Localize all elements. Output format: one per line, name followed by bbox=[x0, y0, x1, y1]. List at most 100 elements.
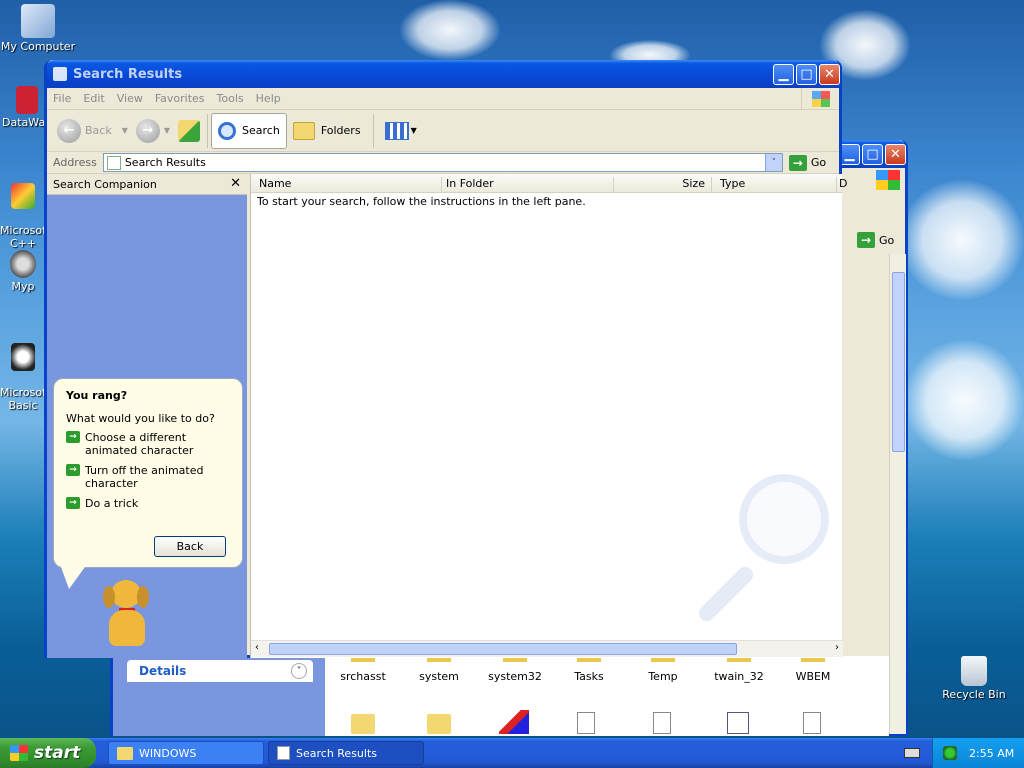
folder-icon[interactable] bbox=[351, 714, 375, 734]
maximize-button[interactable]: □ bbox=[796, 64, 817, 85]
go-arrow-icon: → bbox=[788, 154, 807, 171]
scroll-left-arrow-icon[interactable]: ‹ bbox=[255, 642, 259, 653]
desktop-icon-label: DataWa bbox=[2, 116, 46, 129]
up-folder-button[interactable] bbox=[174, 113, 204, 149]
menu-edit[interactable]: Edit bbox=[83, 92, 104, 105]
task-button-windows[interactable]: WINDOWS bbox=[108, 741, 264, 765]
rover-dog-icon[interactable] bbox=[99, 580, 155, 648]
desktop-icon-myp[interactable]: Myp bbox=[0, 250, 46, 293]
close-icon[interactable]: ✕ bbox=[230, 176, 241, 191]
folder-icon[interactable] bbox=[427, 714, 451, 734]
folder-item-twain32[interactable]: twain_32 bbox=[711, 656, 767, 683]
scroll-thumb[interactable] bbox=[269, 643, 737, 655]
chevron-down-icon[interactable]: ▼ bbox=[164, 126, 170, 135]
desktop-icon-label: Microsoft Basic bbox=[0, 386, 51, 412]
forward-arrow-icon: → bbox=[135, 118, 160, 143]
balloon-tail bbox=[61, 567, 85, 589]
menu-tools[interactable]: Tools bbox=[217, 92, 244, 105]
window-title: Search Results bbox=[73, 66, 183, 82]
search-icon bbox=[218, 121, 237, 140]
network-icon[interactable] bbox=[943, 746, 957, 760]
details-header[interactable]: Details ˅ bbox=[127, 660, 313, 682]
msinfo-icon[interactable] bbox=[499, 710, 529, 734]
menu-file[interactable]: File bbox=[53, 92, 71, 105]
search-titlebar[interactable]: Search Results ▁ □ ✕ bbox=[47, 60, 840, 88]
folder-item-tasks[interactable]: Tasks bbox=[561, 656, 617, 683]
desktop-icon-label: My Computer bbox=[0, 40, 76, 53]
magnifier-watermark-icon bbox=[695, 474, 835, 625]
document-icon[interactable] bbox=[577, 712, 595, 734]
recycle-bin-icon bbox=[961, 656, 987, 686]
folder-label: srchasst bbox=[340, 670, 386, 683]
menu-help[interactable]: Help bbox=[256, 92, 281, 105]
column-in-folder[interactable]: In Folder bbox=[441, 177, 494, 193]
option-change-character[interactable]: → Choose a different animated character bbox=[66, 431, 230, 457]
minimize-button[interactable]: ▁ bbox=[773, 64, 794, 85]
folder-item-temp[interactable]: Temp bbox=[635, 656, 691, 683]
folder-item-wbem[interactable]: WBEM bbox=[785, 656, 841, 683]
column-type[interactable]: Type bbox=[711, 177, 745, 193]
start-button[interactable]: start bbox=[0, 738, 96, 768]
scroll-right-arrow-icon[interactable]: › bbox=[835, 642, 839, 653]
chevron-down-icon[interactable]: ˅ bbox=[291, 663, 307, 679]
document-icon[interactable] bbox=[727, 712, 749, 734]
go-button[interactable]: → Go bbox=[857, 232, 894, 248]
maximize-button[interactable]: □ bbox=[862, 144, 883, 165]
folder-item-srchasst[interactable]: srchasst bbox=[335, 656, 391, 683]
toolbar: ← Back ▼ → ▼ Search Folders ▼ bbox=[47, 110, 839, 152]
search-results-icon bbox=[277, 746, 290, 760]
address-bar: Address Search Results ˅ → Go bbox=[47, 152, 839, 174]
chevron-down-icon[interactable]: ˅ bbox=[764, 154, 782, 171]
windows-flag-icon bbox=[10, 745, 28, 761]
start-label: start bbox=[34, 743, 81, 763]
desktop-icon-label: Recycle Bin bbox=[942, 688, 1006, 701]
document-icon[interactable] bbox=[653, 712, 671, 734]
search-results-icon bbox=[106, 155, 121, 170]
search-label: Search bbox=[242, 124, 280, 137]
go-button[interactable]: → Go bbox=[788, 154, 827, 171]
column-date[interactable]: D bbox=[836, 177, 847, 193]
document-icon[interactable] bbox=[803, 712, 821, 734]
column-size[interactable]: Size bbox=[613, 177, 709, 193]
balloon-back-button[interactable]: Back bbox=[154, 536, 226, 557]
desktop-icon-visual-cpp[interactable]: Microsoft C++ bbox=[0, 170, 50, 250]
companion-title: Search Companion bbox=[53, 177, 157, 191]
column-name[interactable]: Name bbox=[259, 177, 291, 190]
folders-button[interactable]: Folders bbox=[289, 113, 365, 149]
desktop-icon-datawa[interactable]: DataWa bbox=[0, 86, 46, 129]
option-do-trick[interactable]: → Do a trick bbox=[66, 497, 230, 510]
scroll-thumb[interactable] bbox=[892, 272, 905, 452]
folder-item-system[interactable]: system bbox=[411, 656, 467, 683]
search-window-icon bbox=[53, 67, 67, 81]
views-button[interactable]: ▼ bbox=[381, 113, 421, 149]
search-results-window[interactable]: Search Results ▁ □ ✕ File Edit View Favo… bbox=[44, 60, 847, 658]
folder-label: system bbox=[419, 670, 459, 683]
go-label: Go bbox=[810, 156, 827, 169]
forward-button[interactable]: → ▼ bbox=[132, 113, 174, 149]
system-tray: 2:55 AM bbox=[932, 738, 1024, 768]
green-arrow-icon: → bbox=[66, 431, 80, 443]
minimize-button[interactable]: ▁ bbox=[839, 144, 860, 165]
search-button[interactable]: Search bbox=[211, 112, 287, 149]
windows-logo-icon bbox=[876, 170, 900, 190]
menu-favorites[interactable]: Favorites bbox=[155, 92, 205, 105]
close-button[interactable]: ✕ bbox=[819, 64, 840, 85]
option-turn-off-character[interactable]: → Turn off the animated character bbox=[66, 464, 230, 490]
chevron-down-icon[interactable]: ▼ bbox=[122, 126, 128, 135]
clock[interactable]: 2:55 AM bbox=[969, 747, 1014, 760]
desktop-icon-basic[interactable]: Microsoft Basic bbox=[0, 330, 50, 412]
back-button[interactable]: ← Back ▼ bbox=[53, 113, 132, 149]
address-field[interactable]: Search Results ˅ bbox=[102, 153, 783, 172]
back-window-scrollbar[interactable] bbox=[889, 254, 906, 734]
keyboard-icon[interactable] bbox=[904, 748, 920, 758]
close-button[interactable]: ✕ bbox=[885, 144, 906, 165]
task-button-search-results[interactable]: Search Results bbox=[268, 741, 424, 765]
folder-item-system32[interactable]: system32 bbox=[487, 656, 543, 683]
folder-label: Tasks bbox=[574, 670, 604, 683]
horizontal-scrollbar[interactable]: ‹ › bbox=[251, 640, 843, 657]
folders-label: Folders bbox=[320, 124, 361, 137]
up-folder-icon bbox=[178, 119, 201, 142]
desktop-icon-my-computer[interactable]: My Computer bbox=[0, 4, 76, 53]
desktop-icon-recycle-bin[interactable]: Recycle Bin bbox=[934, 656, 1014, 701]
menu-view[interactable]: View bbox=[117, 92, 143, 105]
